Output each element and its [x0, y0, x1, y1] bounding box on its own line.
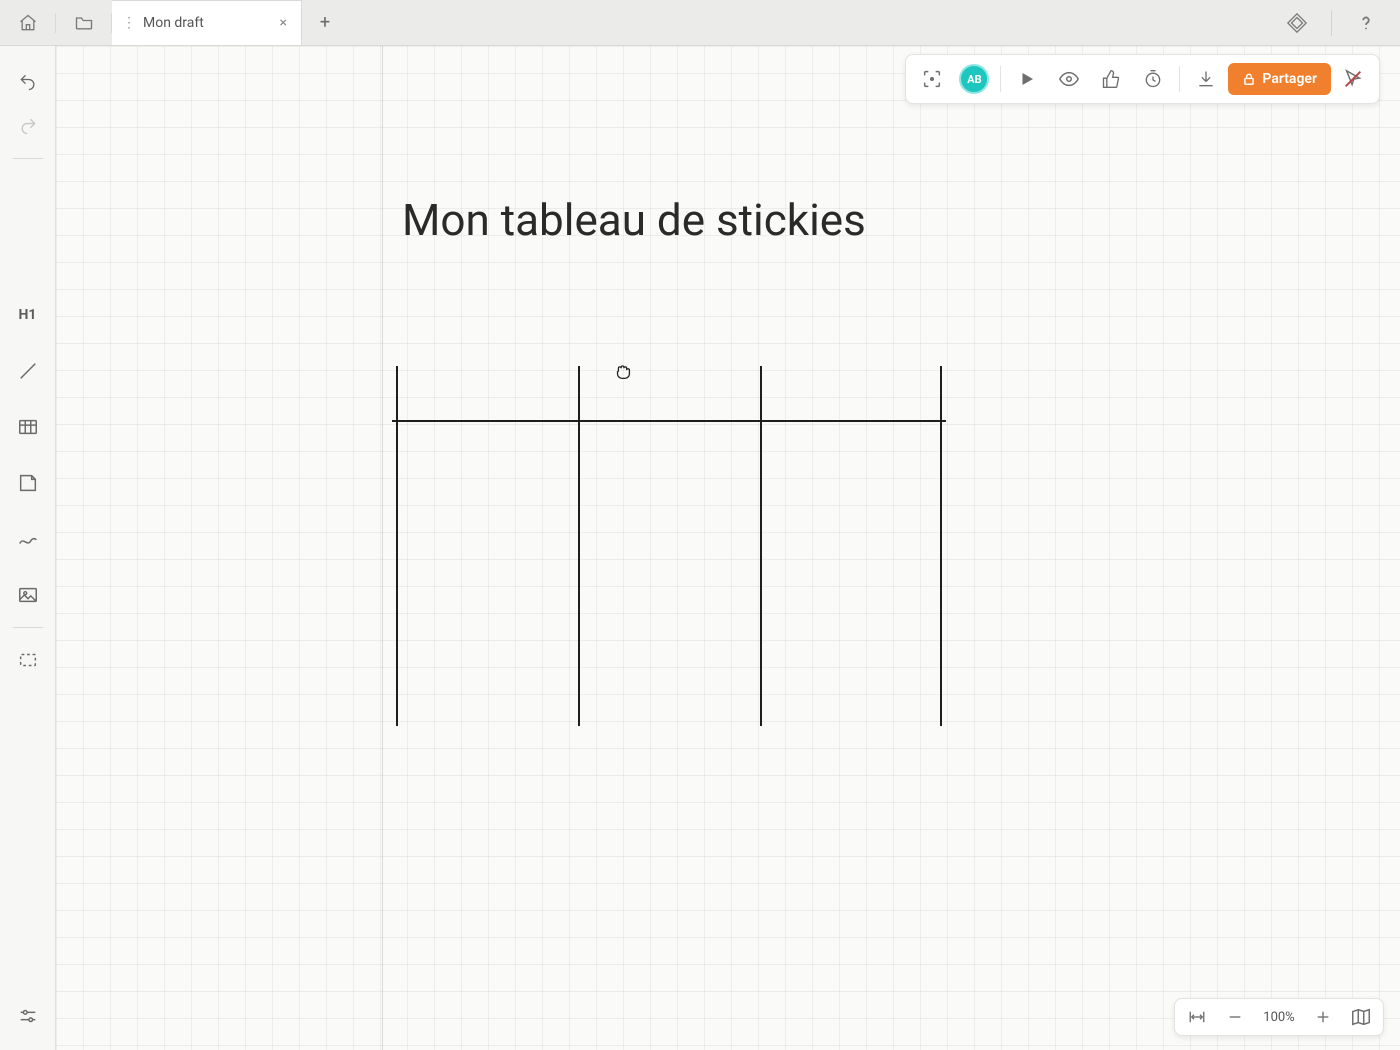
- zoom-out-button[interactable]: [1221, 1003, 1249, 1031]
- tab-drag-icon: ⋮: [122, 15, 133, 31]
- folder-button[interactable]: [56, 13, 112, 33]
- fit-width-button[interactable]: [1183, 1003, 1211, 1031]
- canvas-table[interactable]: [396, 366, 942, 726]
- home-button[interactable]: [0, 13, 56, 33]
- main-area: H1: [0, 46, 1400, 1050]
- user-avatar[interactable]: AB: [954, 59, 994, 99]
- toolbar-divider: [13, 158, 43, 159]
- diamond-icon[interactable]: [1277, 3, 1317, 43]
- help-button[interactable]: [1346, 3, 1386, 43]
- undo-button[interactable]: [8, 62, 48, 102]
- zoom-level[interactable]: 100%: [1259, 1010, 1299, 1025]
- left-toolbar: H1: [0, 46, 56, 1050]
- present-button[interactable]: [1007, 59, 1047, 99]
- canvas[interactable]: AB: [56, 46, 1400, 1050]
- table-tool[interactable]: [8, 407, 48, 447]
- download-button[interactable]: [1186, 59, 1226, 99]
- lock-icon: [1242, 72, 1256, 86]
- pointer-disabled-button[interactable]: [1333, 59, 1373, 99]
- share-label: Partager: [1262, 71, 1317, 87]
- separator: [1000, 66, 1001, 92]
- freehand-tool[interactable]: [8, 519, 48, 559]
- top-tab-bar: ⋮ Mon draft × +: [0, 0, 1400, 46]
- zoom-in-button[interactable]: [1309, 1003, 1337, 1031]
- selection-tool[interactable]: [8, 640, 48, 680]
- canvas-heading[interactable]: Mon tableau de stickies: [402, 194, 866, 246]
- line-tool[interactable]: [8, 351, 48, 391]
- visibility-button[interactable]: [1049, 59, 1089, 99]
- tab-title: Mon draft: [143, 15, 270, 31]
- settings-sliders-button[interactable]: [8, 996, 48, 1036]
- zoom-bar: 100%: [1174, 998, 1384, 1036]
- screenshot-button[interactable]: [912, 59, 952, 99]
- tab-close-icon[interactable]: ×: [280, 15, 287, 31]
- separator: [1331, 10, 1332, 36]
- redo-button[interactable]: [8, 106, 48, 146]
- minimap-button[interactable]: [1347, 1003, 1375, 1031]
- heading-tool[interactable]: H1: [8, 295, 48, 335]
- new-tab-button[interactable]: +: [302, 0, 348, 45]
- floating-toolbar: AB: [905, 54, 1380, 104]
- sticky-tool[interactable]: [8, 463, 48, 503]
- toolbar-divider: [13, 627, 43, 628]
- separator: [1179, 66, 1180, 92]
- tab-current[interactable]: ⋮ Mon draft ×: [112, 0, 302, 45]
- share-button[interactable]: Partager: [1228, 63, 1331, 95]
- image-tool[interactable]: [8, 575, 48, 615]
- timer-button[interactable]: [1133, 59, 1173, 99]
- like-button[interactable]: [1091, 59, 1131, 99]
